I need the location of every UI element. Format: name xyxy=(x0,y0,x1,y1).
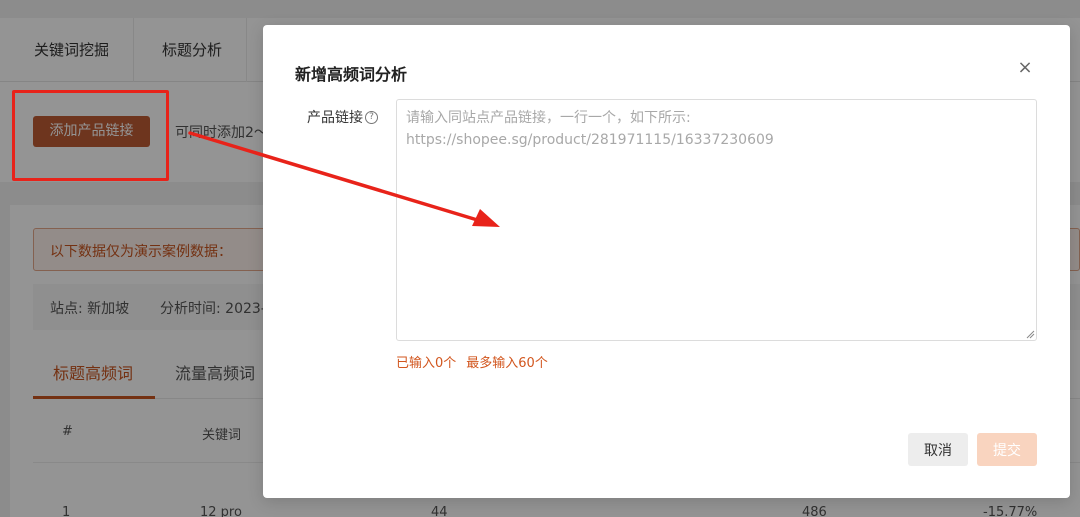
close-icon[interactable]: × xyxy=(1016,59,1034,77)
input-counter: 已输入0个 最多输入60个 xyxy=(396,352,558,371)
submit-button[interactable]: 提交 xyxy=(977,433,1037,466)
product-link-label-text: 产品链接 xyxy=(307,110,363,126)
annotation-highlight-box xyxy=(12,90,169,181)
product-link-input[interactable] xyxy=(396,99,1037,341)
entered-count: 已输入0个 xyxy=(396,356,457,371)
dialog-title: 新增高频词分析 xyxy=(295,65,408,84)
resize-grip-icon[interactable] xyxy=(1025,329,1035,339)
cancel-button[interactable]: 取消 xyxy=(908,433,968,466)
add-keyword-analysis-dialog: 新增高频词分析 × 产品链接 ? 已输入0个最多输入60个 取消 提交 xyxy=(263,25,1070,498)
max-count: 最多输入60个 xyxy=(466,356,548,371)
help-icon[interactable]: ? xyxy=(365,110,378,124)
product-link-label: 产品链接 ? xyxy=(307,107,378,127)
